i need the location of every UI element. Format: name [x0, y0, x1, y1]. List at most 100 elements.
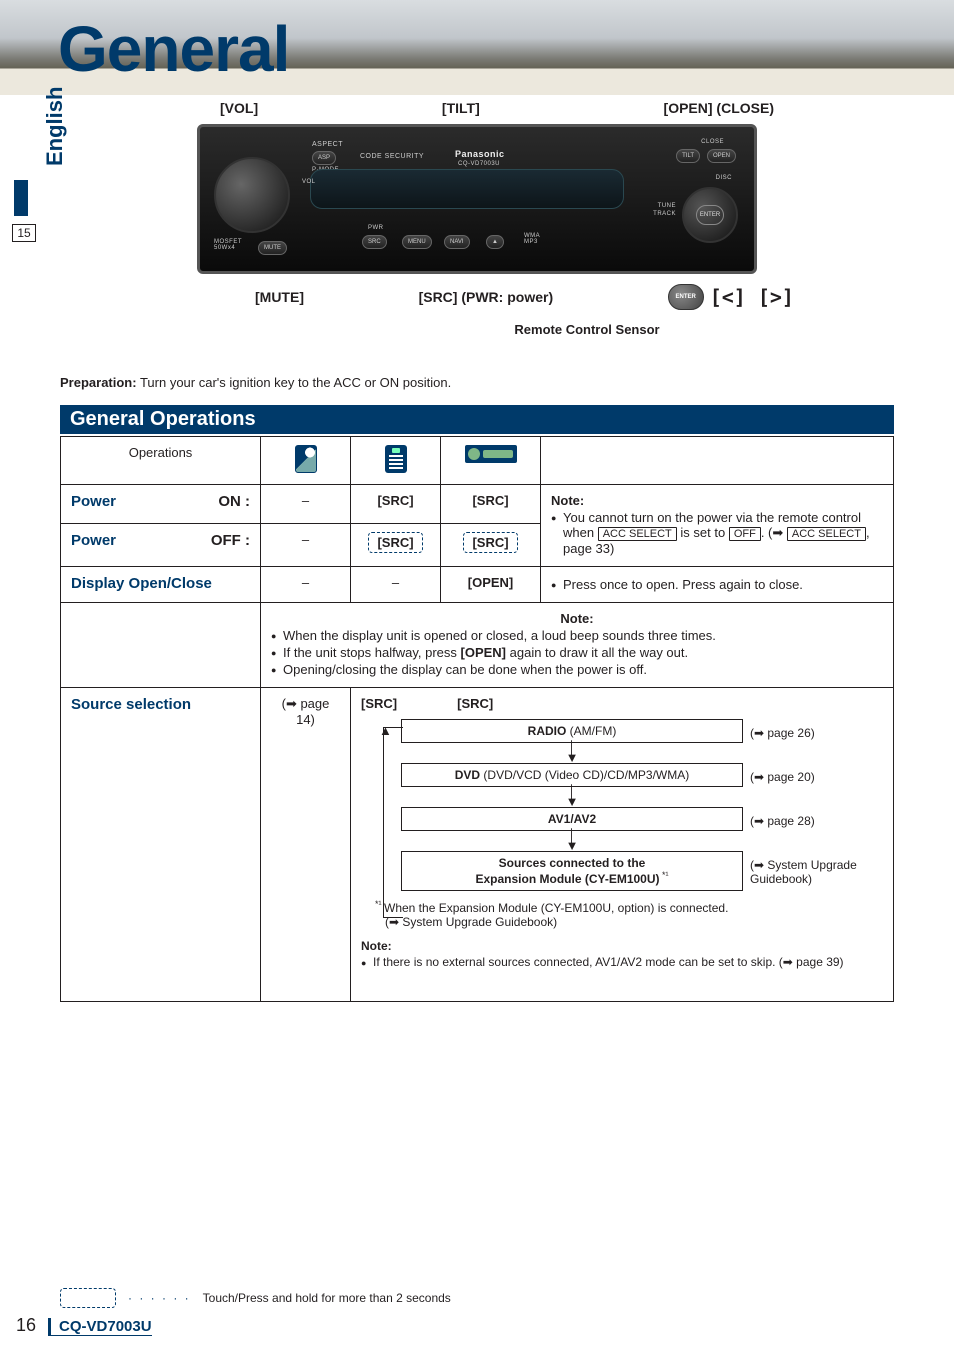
faceplate-illustration: ASPECT ASP P·MODE CODE SECURITY Panasoni…	[197, 124, 757, 274]
hdr-unit-icon	[441, 437, 541, 485]
source-label: Source selection	[71, 696, 191, 713]
fp-enter: ENTER	[696, 205, 724, 225]
label-mute: [MUTE]	[255, 289, 304, 305]
flow-arrow-3: │▼	[401, 831, 743, 851]
legend-dashbox-icon	[60, 1288, 116, 1308]
ref-radio: (➡ page 26)	[750, 726, 890, 740]
display-note-b1: When the display unit is opened or close…	[271, 628, 883, 643]
fp-mute-btn: MUTE	[258, 241, 287, 255]
table-header-row: Operations	[61, 437, 894, 485]
fp-tune: TUNE	[658, 203, 676, 209]
cell-display-a: –	[261, 567, 351, 603]
fp-code-security: CODE SECURITY	[360, 153, 424, 160]
source-note-body: If there is no external sources connecte…	[361, 955, 883, 969]
operations-table: Operations Power ON : – [SRC] [SRC] Note…	[60, 436, 894, 1002]
power-note-bullet: You cannot turn on the power via the rem…	[551, 510, 883, 556]
faceplate-diagram: [VOL] [TILT] [OPEN] (CLOSE) ASPECT ASP P…	[60, 100, 894, 380]
fp-close: CLOSE	[701, 139, 724, 145]
fp-tilt-btn: TILT	[676, 149, 700, 163]
display-note-title: Note:	[271, 611, 883, 626]
fp-screen	[310, 169, 624, 209]
label-tilt: [TILT]	[442, 100, 480, 116]
cell-power-on-b: [SRC]	[351, 485, 441, 524]
hdr-touch-icon	[261, 437, 351, 485]
unit-icon	[465, 445, 517, 463]
fp-brand: Panasonic	[455, 149, 505, 159]
label-open-close: [OPEN] (CLOSE)	[664, 100, 774, 116]
label-src-pwr: [SRC] (PWR: power)	[419, 289, 554, 305]
side-page-number: 15	[12, 224, 36, 242]
row-display-note: Note: When the display unit is opened or…	[61, 603, 894, 688]
flow-radio: RADIO (AM/FM) (➡ page 26)	[401, 719, 743, 743]
cell-power-off-c: [SRC]	[441, 523, 541, 566]
display-note-b2: If the unit stops halfway, press [OPEN] …	[271, 645, 883, 660]
power-note-title: Note:	[551, 493, 883, 508]
fp-navi-btn: NAVI	[444, 235, 470, 249]
flow-arrow-1: │▼	[401, 743, 743, 763]
touch-icon	[295, 445, 317, 473]
fp-wma-mp3: WMA MP3	[524, 233, 540, 245]
cell-display-note-right: Press once to open. Press again to close…	[541, 567, 894, 603]
power-off-label: Power	[71, 532, 116, 549]
cell-power-on-a: –	[261, 485, 351, 524]
row-source: Source selection (➡ page 14) [SRC] [SRC]…	[61, 688, 894, 1002]
ref-expansion: (➡ System Upgrade Guidebook)	[750, 858, 890, 886]
fp-eject-btn: ▲	[486, 235, 504, 249]
section-title-bar: General Operations	[60, 405, 894, 434]
fp-track: TRACK	[653, 211, 676, 217]
enter-dial-icon: ENTER	[668, 284, 704, 310]
nav-brackets: [<] [>]	[710, 285, 794, 309]
legend-text: Touch/Press and hold for more than 2 sec…	[203, 1291, 451, 1305]
cell-source-c: [SRC]	[457, 696, 493, 711]
cell-power-on-c: [SRC]	[441, 485, 541, 524]
cell-display-c: [OPEN]	[441, 567, 541, 603]
cell-power-off-a: –	[261, 523, 351, 566]
power-on-sub: ON :	[218, 493, 250, 510]
row-display: Display Open/Close – – [OPEN] Press once…	[61, 567, 894, 603]
flow-dvd: DVD (DVD/VCD (Video CD)/CD/MP3/WMA) (➡ p…	[401, 763, 743, 787]
cell-power-off-b: [SRC]	[351, 523, 441, 566]
fp-asp-btn: ASP	[312, 151, 336, 165]
tab-marker	[14, 180, 28, 216]
volume-knob-icon	[214, 157, 290, 233]
fp-vol-label: VOL	[302, 179, 316, 185]
footer-page-number: 16	[16, 1315, 36, 1336]
flow-av: AV1/AV2 (➡ page 28)	[401, 807, 743, 831]
power-off-sub: OFF :	[211, 532, 250, 549]
remote-sensor-label: Remote Control Sensor	[60, 322, 894, 337]
fp-src-btn: SRC	[362, 235, 387, 249]
row-power-on: Power ON : – [SRC] [SRC] Note: You canno…	[61, 485, 894, 524]
ref-av: (➡ page 28)	[750, 814, 890, 828]
display-label: Display Open/Close	[71, 575, 212, 592]
fp-pwr: PWR	[368, 225, 384, 231]
cell-source-b: [SRC]	[361, 696, 397, 711]
fp-open-btn: OPEN	[707, 149, 736, 163]
language-label: English	[42, 87, 68, 166]
ref-dvd: (➡ page 20)	[750, 770, 890, 784]
legend-dots: · · · · · ·	[128, 1291, 191, 1305]
page-footer: 16 CQ-VD7003U	[16, 1315, 152, 1336]
fp-menu-btn: MENU	[402, 235, 432, 249]
legend: · · · · · · Touch/Press and hold for mor…	[60, 1288, 451, 1308]
source-note-title: Note:	[361, 939, 883, 953]
enter-nav-group: ENTER [<] [>]	[668, 284, 794, 310]
hdr-notes	[541, 437, 894, 485]
power-label: Power	[71, 493, 116, 510]
fp-disc: DISC	[716, 175, 732, 181]
hdr-operations: Operations	[61, 437, 261, 485]
source-flow: ▲ RADIO (AM/FM) (➡ page 26) │▼ DVD (DVD/…	[361, 719, 883, 891]
source-footnote: *¹ When the Expansion Module (CY-EM100U,…	[361, 899, 883, 929]
fp-mosfet: MOSFET 50Wx4	[214, 239, 242, 251]
flow-arrow-2: │▼	[401, 787, 743, 807]
cell-source-a: (➡ page 14)	[261, 688, 351, 1002]
cell-power-note: Note: You cannot turn on the power via t…	[541, 485, 894, 567]
remote-icon	[385, 445, 407, 473]
footer-model: CQ-VD7003U	[48, 1318, 152, 1336]
fp-model: CQ-VD7003U	[458, 161, 500, 167]
fp-aspect: ASPECT	[312, 141, 343, 148]
label-vol: [VOL]	[220, 100, 258, 116]
flow-expansion: Sources connected to the Expansion Modul…	[401, 851, 743, 891]
hdr-remote-icon	[351, 437, 441, 485]
page-title: General	[58, 12, 289, 86]
display-note-b3: Opening/closing the display can be done …	[271, 662, 883, 677]
